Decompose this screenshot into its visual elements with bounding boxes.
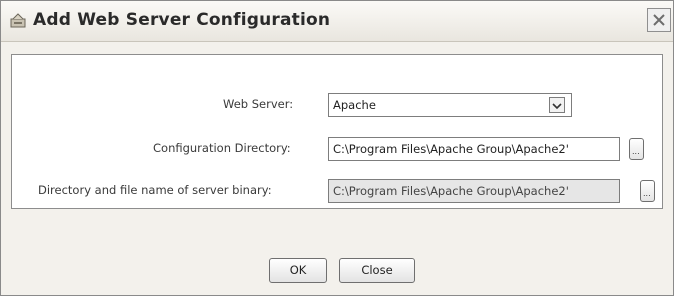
config-directory-label: Configuration Directory: <box>153 141 291 155</box>
close-button[interactable]: Close <box>339 258 415 283</box>
server-config-icon <box>9 12 27 30</box>
web-server-value: Apache <box>333 98 376 112</box>
web-server-label: Web Server: <box>223 97 294 111</box>
dropdown-arrow[interactable] <box>549 97 565 113</box>
config-directory-input[interactable]: C:\Program Files\Apache Group\Apache2' <box>328 137 620 161</box>
server-binary-input[interactable]: C:\Program Files\Apache Group\Apache2' <box>328 179 620 203</box>
web-server-select[interactable]: Apache <box>328 93 572 117</box>
dialog-title: Add Web Server Configuration <box>33 10 331 30</box>
close-window-button[interactable] <box>647 8 671 32</box>
browse-ellipsis: ... <box>643 189 651 198</box>
configuration-panel: Web Server: Apache Configuration Directo… <box>11 54 663 209</box>
chevron-down-icon <box>552 103 562 110</box>
title-bar[interactable]: Add Web Server Configuration <box>1 1 673 42</box>
config-directory-value: C:\Program Files\Apache Group\Apache2' <box>333 142 569 156</box>
ok-button[interactable]: OK <box>269 258 327 283</box>
browse-config-directory-button[interactable]: ... <box>629 138 644 160</box>
add-web-server-dialog: Add Web Server Configuration Web Server:… <box>0 0 674 296</box>
server-binary-label: Directory and file name of server binary… <box>38 183 272 197</box>
server-binary-value: C:\Program Files\Apache Group\Apache2' <box>333 184 569 198</box>
browse-ellipsis: ... <box>632 147 640 156</box>
browse-server-binary-button[interactable]: ... <box>640 180 655 202</box>
close-icon <box>648 14 670 35</box>
